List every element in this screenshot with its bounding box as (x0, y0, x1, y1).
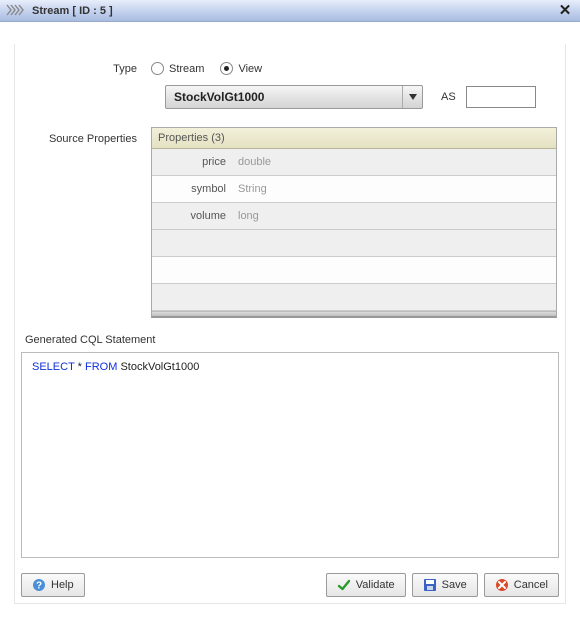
save-button[interactable]: Save (412, 573, 478, 597)
table-row (152, 257, 556, 284)
property-type: long (238, 210, 259, 222)
table-row (152, 284, 556, 311)
property-name: price (178, 156, 238, 168)
as-label: AS (441, 91, 456, 103)
titlebar: Stream [ ID : 5 ] ✕ (0, 0, 580, 22)
validate-button-label: Validate (356, 579, 395, 591)
source-select[interactable]: StockVolGt1000 (165, 85, 423, 109)
property-name: symbol (178, 183, 238, 195)
stream-chevrons-icon (6, 4, 28, 18)
source-properties-section: Source Properties Properties (3) price d… (21, 127, 559, 318)
cancel-button[interactable]: Cancel (484, 573, 559, 597)
save-button-label: Save (442, 579, 467, 591)
floppy-icon (423, 578, 437, 592)
property-name: volume (178, 210, 238, 222)
svg-text:?: ? (36, 581, 42, 592)
radio-view-label: View (238, 63, 262, 75)
property-type: double (238, 156, 271, 168)
cancel-button-label: Cancel (514, 579, 548, 591)
cancel-icon (495, 578, 509, 592)
cql-text: * (75, 361, 85, 373)
help-button-label: Help (51, 579, 74, 591)
property-type: String (238, 183, 267, 195)
type-row: Type Stream View (21, 62, 559, 75)
close-icon[interactable]: ✕ (556, 2, 574, 20)
properties-table: Properties (3) price double symbol Strin… (151, 127, 557, 318)
type-label: Type (21, 63, 151, 75)
dialog-body: Type Stream View StockVolGt1000 AS Sourc… (14, 44, 566, 604)
cql-label: Generated CQL Statement (25, 334, 559, 346)
cql-statement-box[interactable]: SELECT * FROM StockVolGt1000 (21, 352, 559, 558)
radio-stream-label: Stream (169, 63, 204, 75)
cql-keyword: SELECT (32, 361, 75, 373)
check-icon (337, 578, 351, 592)
source-properties-label: Source Properties (21, 127, 151, 145)
dialog-content: Type Stream View StockVolGt1000 AS Sourc… (0, 22, 580, 612)
select-row: StockVolGt1000 AS (21, 85, 559, 109)
table-footer-bar (152, 311, 556, 316)
radio-icon (151, 62, 164, 75)
cql-keyword: FROM (85, 361, 117, 373)
button-bar: ? Help Validate Save Cancel (21, 573, 559, 597)
table-row[interactable]: volume long (152, 203, 556, 230)
as-input[interactable] (466, 86, 536, 108)
cql-text: StockVolGt1000 (117, 361, 199, 373)
help-icon: ? (32, 578, 46, 592)
source-select-value: StockVolGt1000 (166, 90, 402, 104)
radio-stream[interactable]: Stream (151, 62, 204, 75)
help-button[interactable]: ? Help (21, 573, 85, 597)
table-row[interactable]: price double (152, 149, 556, 176)
window-title: Stream [ ID : 5 ] (32, 5, 113, 17)
validate-button[interactable]: Validate (326, 573, 406, 597)
table-row (152, 230, 556, 257)
chevron-down-icon (402, 86, 422, 108)
table-row[interactable]: symbol String (152, 176, 556, 203)
radio-icon (220, 62, 233, 75)
properties-header: Properties (3) (152, 128, 556, 149)
radio-view[interactable]: View (220, 62, 262, 75)
